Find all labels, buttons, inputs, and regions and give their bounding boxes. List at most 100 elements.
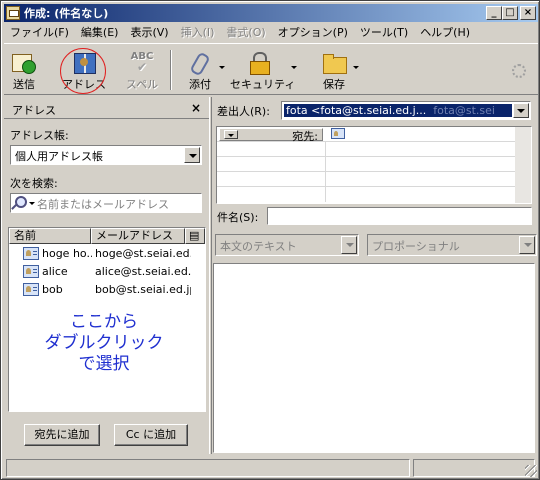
annotation-line: ダブルクリック [44, 333, 164, 353]
minimize-button[interactable]: _ [486, 6, 502, 20]
address-list-header: 名前 メールアドレス ▤ [9, 228, 205, 244]
send-button[interactable]: 送信 [8, 48, 40, 92]
from-ghost: fota@st.sei [433, 104, 495, 117]
menu-file[interactable]: ファイル(F) [4, 23, 75, 42]
subject-input[interactable] [267, 207, 532, 225]
list-item[interactable]: bob bob@st.seiai.ed.jp [9, 281, 205, 299]
annotation-line: で選択 [78, 354, 130, 374]
menu-edit[interactable]: 編集(E) [75, 23, 125, 42]
menu-tools[interactable]: ツール(T) [354, 23, 414, 42]
menu-help[interactable]: ヘルプ(H) [414, 23, 476, 42]
compose-app-icon [6, 6, 20, 20]
save-label: 保存 [323, 78, 345, 91]
chevron-down-icon[interactable] [341, 236, 357, 254]
menu-bar: ファイル(F) 編集(E) 表示(V) 挿入(I) 書式(O) オプション(P)… [4, 23, 538, 42]
list-item[interactable]: hoge ho... hoge@st.seiai.ed... [9, 245, 205, 263]
chevron-down-icon[interactable] [513, 103, 529, 118]
save-dropdown-arrow[interactable] [353, 66, 359, 69]
folder-icon [322, 52, 347, 74]
add-cc-button[interactable]: Cc に追加 [114, 424, 188, 446]
security-dropdown-arrow[interactable] [291, 66, 297, 69]
status-secondary [413, 459, 535, 477]
address-book-select[interactable]: 個人用アドレス帳 [10, 145, 202, 165]
sidebar-header: アドレス × [4, 99, 209, 119]
contact-email: alice@st.seiai.ed.j... [95, 265, 191, 278]
search-options-arrow[interactable] [29, 202, 35, 205]
activity-spinner-icon [512, 64, 526, 78]
contact-card-icon [23, 283, 39, 296]
send-icon [12, 52, 36, 74]
subject-label: 件名(S): [217, 211, 259, 224]
security-label: セキュリティ [230, 78, 296, 91]
contact-email: bob@st.seiai.ed.jp [95, 283, 191, 296]
attach-label: 添付 [189, 78, 211, 91]
contact-name: hoge ho... [42, 247, 92, 260]
font-select[interactable]: プロポーショナル [367, 234, 537, 256]
search-placeholder: 名前またはメールアドレス [37, 198, 169, 211]
message-body[interactable] [213, 263, 535, 453]
maximize-button[interactable]: □ [502, 6, 518, 20]
resize-grip-icon[interactable] [525, 465, 537, 477]
status-main [6, 459, 410, 477]
recipient-type-select[interactable]: 宛先: [219, 128, 323, 143]
body-format-select[interactable]: 本文のテキスト [215, 234, 359, 256]
toolbar-separator [170, 50, 172, 90]
recipients-grid[interactable]: 宛先: [216, 126, 532, 204]
search-label: 次を検索: [10, 177, 58, 190]
instruction-annotation: ここから ダブルクリック で選択 [39, 312, 169, 375]
attach-button[interactable]: 添付 [182, 48, 218, 92]
close-button[interactable]: × [520, 6, 536, 20]
send-label: 送信 [13, 78, 35, 91]
contact-name: bob [42, 283, 63, 296]
recipient-row[interactable] [217, 187, 531, 202]
menu-options[interactable]: オプション(P) [272, 23, 354, 42]
lock-icon [247, 52, 271, 75]
list-item[interactable]: alice alice@st.seiai.ed.j... [9, 263, 205, 281]
menu-view[interactable]: 表示(V) [124, 23, 174, 42]
contact-card-icon [331, 128, 345, 139]
contact-card-icon [23, 247, 39, 260]
paperclip-icon [188, 52, 212, 74]
menu-format[interactable]: 書式(O) [220, 23, 271, 42]
column-name[interactable]: 名前 [9, 228, 91, 244]
contact-card-icon [23, 265, 39, 278]
annotation-line: ここから [70, 312, 138, 332]
contact-email: hoge@st.seiai.ed... [95, 247, 191, 260]
menu-insert[interactable]: 挿入(I) [175, 23, 221, 42]
spell-label: スペル [125, 78, 159, 91]
recipient-row[interactable] [217, 172, 531, 187]
search-icon[interactable] [15, 196, 27, 208]
sidebar-title: アドレス [12, 104, 56, 117]
attach-dropdown-arrow[interactable] [219, 66, 225, 69]
compose-window: 作成: (件名なし) _ □ × ファイル(F) 編集(E) 表示(V) 挿入(… [0, 0, 540, 480]
title-bar[interactable]: 作成: (件名なし) _ □ × [4, 4, 538, 22]
column-email[interactable]: メールアドレス [91, 228, 185, 244]
address-list[interactable]: 名前 メールアドレス ▤ hoge ho... hoge@st.seiai.ed… [8, 227, 206, 412]
recipient-row[interactable] [217, 157, 531, 172]
highlight-circle [60, 48, 106, 94]
compose-pane: 差出人(R): fota <fota@st.seiai.ed.j... fota… [213, 97, 538, 454]
chevron-down-icon[interactable] [519, 236, 535, 254]
pane-splitter[interactable] [209, 97, 212, 454]
recipient-row[interactable]: 宛先: [217, 127, 531, 143]
spell-button[interactable]: ABC ✔ スペル [124, 48, 160, 92]
column-picker-icon[interactable]: ▤ [185, 228, 205, 244]
chevron-down-icon[interactable] [184, 147, 200, 163]
status-bar [4, 457, 538, 478]
from-label: 差出人(R): [217, 105, 270, 118]
from-value: fota <fota@st.seiai.ed.j... [286, 104, 427, 117]
security-button[interactable]: セキュリティ [230, 48, 296, 92]
recipients-scrollbar[interactable] [515, 127, 531, 203]
add-to-button[interactable]: 宛先に追加 [24, 424, 100, 446]
address-book-label: アドレス帳: [10, 129, 69, 142]
window-title: 作成: (件名なし) [24, 7, 109, 20]
font-value: プロポーショナル [372, 240, 460, 253]
chevron-down-icon[interactable] [224, 130, 238, 139]
spell-check-icon: ABC ✔ [130, 51, 154, 74]
sidebar-close-icon[interactable]: × [191, 101, 201, 115]
search-input[interactable]: 名前またはメールアドレス [10, 193, 202, 213]
from-select[interactable]: fota <fota@st.seiai.ed.j... fota@st.sei [281, 101, 531, 120]
address-sidebar: アドレス × アドレス帳: 個人用アドレス帳 次を検索: 名前またはメールアドレ… [4, 97, 209, 454]
save-button[interactable]: 保存 [316, 48, 352, 92]
recipient-row[interactable] [217, 142, 531, 157]
